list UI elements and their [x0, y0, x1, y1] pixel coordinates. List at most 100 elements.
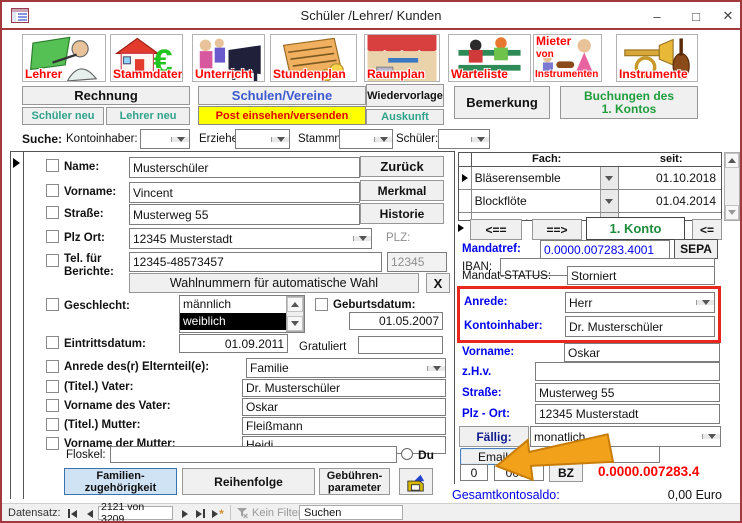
toolbar-button-instrumente[interactable]: Instrumente: [616, 34, 698, 82]
buchungen-button[interactable]: Buchungen des 1. Kontos: [560, 86, 698, 119]
faellig-button[interactable]: Fällig:: [459, 426, 529, 447]
kontoinhaber-search-combo[interactable]: [140, 129, 190, 149]
toolbar-button-stammdaten[interactable]: € Stammdaten: [110, 34, 183, 82]
konto-prev-button[interactable]: <==: [470, 219, 522, 240]
rechnung-button[interactable]: Rechnung: [22, 86, 190, 105]
konto-strasse-field[interactable]: Musterweg 55: [535, 383, 720, 402]
konto-num1-field[interactable]: 0: [460, 464, 488, 481]
auskunft-button[interactable]: Auskunft: [366, 109, 444, 125]
kein-filter-button[interactable]: Kein Filter: [252, 507, 302, 519]
chevron-down-icon[interactable]: [171, 137, 189, 142]
next-record-button[interactable]: [177, 507, 193, 520]
mandat-status-field[interactable]: Storniert: [567, 266, 715, 285]
debitor-field[interactable]: [600, 446, 660, 463]
anrede-combo[interactable]: Herr: [565, 292, 715, 313]
konto-plz-ort-field[interactable]: 12345 Musterstadt: [535, 404, 720, 424]
chevron-down-icon[interactable]: [702, 434, 720, 439]
row-selector[interactable]: [459, 190, 472, 212]
anrede-eltern-combo[interactable]: Familie: [246, 358, 446, 378]
geburtsdatum-field[interactable]: 01.05.2007: [349, 312, 443, 330]
geschlecht-listbox[interactable]: männlich weiblich: [179, 295, 305, 333]
record-position-field[interactable]: 2121 von 3209: [98, 506, 173, 520]
plz-ort-combo[interactable]: 12345 Musterstadt: [129, 228, 372, 249]
toolbar-button-mieter-von-instrumenten[interactable]: Mieter von Instrumenten: [533, 34, 602, 82]
zhv-field[interactable]: [535, 362, 720, 381]
geschlecht-checkbox[interactable]: [46, 298, 59, 311]
titel-vater-field[interactable]: Dr. Musterschüler: [242, 379, 446, 397]
schulen-vereine-button[interactable]: Schulen/Vereine: [198, 86, 366, 105]
vorname-vater-field[interactable]: Oskar: [242, 398, 446, 416]
zurueck-button[interactable]: Zurück: [360, 156, 444, 177]
vorname-checkbox[interactable]: [46, 184, 59, 197]
familienzugehoerigkeit-button[interactable]: Familien- zugehörigkeit: [64, 468, 177, 495]
tel-checkbox[interactable]: [46, 254, 59, 267]
new-record-button[interactable]: *: [208, 507, 228, 520]
mandatref-field[interactable]: 0.0000.007283.4001: [540, 240, 670, 259]
chevron-down-icon[interactable]: [374, 137, 392, 142]
chevron-down-icon[interactable]: [600, 167, 618, 189]
toolbar-button-warteliste[interactable]: Warteliste: [448, 34, 531, 82]
chevron-down-icon[interactable]: [271, 137, 289, 142]
konto-back-button[interactable]: <=: [692, 219, 722, 240]
last-record-button[interactable]: [192, 507, 208, 520]
chevron-down-icon[interactable]: [427, 366, 445, 371]
fach-scrollbar[interactable]: [724, 152, 740, 221]
titel-mutter-field[interactable]: Fleißmann: [242, 417, 446, 435]
anrede-eltern-checkbox[interactable]: [46, 360, 59, 373]
bz-button[interactable]: BZ: [549, 463, 583, 482]
scroll-down-icon[interactable]: [725, 205, 739, 220]
geschlecht-option-maennlich[interactable]: männlich: [180, 296, 286, 313]
name-checkbox[interactable]: [46, 159, 59, 172]
strasse-checkbox[interactable]: [46, 206, 59, 219]
vorname-field[interactable]: Vincent: [129, 182, 360, 203]
schueler-search-combo[interactable]: [438, 129, 490, 149]
fach-row[interactable]: Blockflöte 01.04.2014: [459, 190, 721, 213]
maximize-button[interactable]: □: [686, 6, 706, 26]
merkmal-button[interactable]: Merkmal: [360, 180, 444, 201]
gratuliert-field[interactable]: [358, 336, 443, 354]
name-field[interactable]: Musterschüler: [129, 157, 360, 178]
previous-record-button[interactable]: [82, 507, 98, 520]
scroll-down-icon[interactable]: [287, 316, 303, 331]
tel-plz-field[interactable]: 12345: [387, 252, 447, 272]
titel-vater-checkbox[interactable]: [46, 380, 59, 393]
listbox-scrollbar[interactable]: [286, 296, 304, 332]
lehrer-neu-button[interactable]: Lehrer neu: [106, 107, 190, 125]
geburtsdatum-checkbox[interactable]: [315, 298, 328, 311]
toolbar-button-unterricht[interactable]: Unterricht: [192, 34, 265, 82]
bemerkung-button[interactable]: Bemerkung: [454, 86, 550, 119]
geschlecht-option-weiblich-selected[interactable]: weiblich: [180, 313, 286, 330]
reihenfolge-button[interactable]: Reihenfolge: [182, 468, 315, 495]
post-einsehen-button[interactable]: Post einsehen/versenden: [198, 106, 366, 125]
faellig-combo[interactable]: monatlich: [530, 426, 721, 447]
tel-field[interactable]: 12345-48573457: [129, 252, 382, 272]
fach-row[interactable]: Bläserensemble 01.10.2018: [459, 167, 721, 190]
floskel-field[interactable]: [110, 446, 397, 463]
vorname-mutter-checkbox[interactable]: [46, 437, 59, 450]
schueler-neu-button[interactable]: Schüler neu: [22, 107, 104, 125]
chevron-down-icon[interactable]: [471, 137, 489, 142]
save-button[interactable]: [399, 468, 433, 495]
titel-mutter-checkbox[interactable]: [46, 418, 59, 431]
scroll-up-icon[interactable]: [725, 153, 739, 168]
strasse-field[interactable]: Musterweg 55: [129, 204, 360, 225]
du-radio[interactable]: [401, 448, 413, 460]
suchen-input[interactable]: Suchen: [299, 505, 403, 520]
chevron-down-icon[interactable]: [696, 300, 714, 305]
konto-num2-field[interactable]: 0000: [494, 464, 544, 481]
kontoinhaber-field[interactable]: Dr. Musterschüler: [565, 316, 715, 337]
wiedervorlage-button[interactable]: Wiedervorlage: [366, 84, 444, 107]
toolbar-button-lehrer[interactable]: Lehrer: [22, 34, 106, 82]
plz-ort-checkbox[interactable]: [46, 230, 59, 243]
scroll-up-icon[interactable]: [287, 297, 303, 312]
sepa-button[interactable]: SEPA: [674, 239, 718, 259]
vorname-vater-checkbox[interactable]: [46, 399, 59, 412]
close-button[interactable]: ✕: [718, 6, 738, 26]
eintrittsdatum-checkbox[interactable]: [46, 336, 59, 349]
x-button[interactable]: X: [426, 273, 450, 293]
konto-next-button[interactable]: ==>: [532, 219, 582, 240]
gebuehrenparameter-button[interactable]: Gebühren- parameter: [319, 468, 390, 495]
first-record-button[interactable]: [64, 507, 80, 520]
chevron-down-icon[interactable]: [600, 190, 618, 212]
historie-button[interactable]: Historie: [360, 203, 444, 224]
